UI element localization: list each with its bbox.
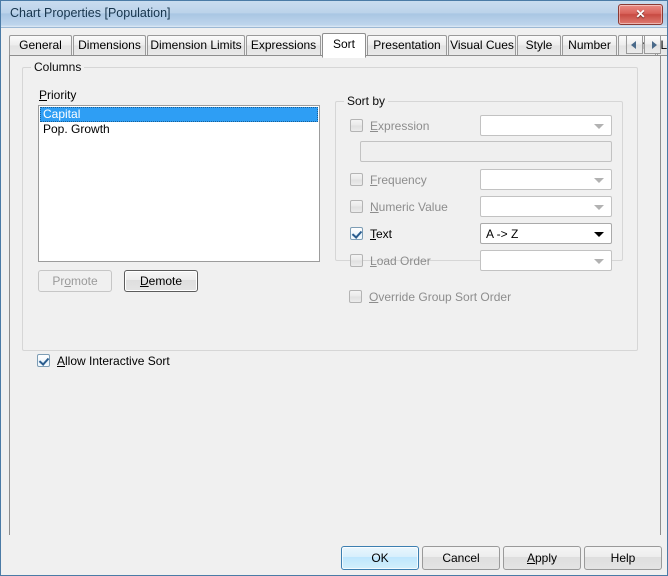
label-frequency: Frequency <box>370 173 427 187</box>
checkbox-load-order[interactable] <box>350 254 363 267</box>
tab-strip: General Dimensions Dimension Limits Expr… <box>9 33 667 58</box>
tab-scroll-right-button[interactable] <box>644 35 661 54</box>
priority-listbox[interactable]: Capital Pop. Growth <box>38 105 320 262</box>
combo-expression[interactable] <box>480 115 612 136</box>
cancel-button[interactable]: Cancel <box>422 546 500 570</box>
sort-by-groupbox-title: Sort by <box>344 94 389 108</box>
frequency-label-rest: requency <box>377 173 427 187</box>
combo-load-order[interactable] <box>480 250 612 271</box>
checkbox-allow-interactive-sort[interactable] <box>37 354 50 367</box>
window-title: Chart Properties [Population] <box>10 6 171 20</box>
chevron-down-icon <box>594 204 604 210</box>
demote-button-label: Demote <box>139 274 183 288</box>
chevron-down-icon <box>594 177 604 183</box>
tab-expressions[interactable]: Expressions <box>246 35 321 56</box>
dialog-footer: OK Cancel Apply Help <box>1 535 667 575</box>
priority-label-rest: riority <box>47 88 77 102</box>
demote-button[interactable]: Demote <box>124 270 198 292</box>
tab-scroll-left-button[interactable] <box>626 35 643 54</box>
tab-dimension-limits[interactable]: Dimension Limits <box>147 35 245 56</box>
tab-dimensions[interactable]: Dimensions <box>73 35 146 56</box>
close-icon: ✕ <box>635 7 646 21</box>
ok-button[interactable]: OK <box>341 546 419 570</box>
load-order-label-rest: oad Order <box>376 254 431 268</box>
load-order-accel: L <box>370 254 377 268</box>
columns-groupbox: Columns Priority Capital Pop. Growth Pro… <box>22 60 638 351</box>
list-item-capital[interactable]: Capital <box>40 107 318 122</box>
tab-general[interactable]: General <box>9 35 72 56</box>
label-allow-interactive-sort: Allow Interactive Sort <box>57 354 170 368</box>
chevron-down-icon <box>594 258 604 264</box>
apply-button[interactable]: Apply <box>503 546 581 570</box>
label-expression: Expression <box>370 119 429 133</box>
tab-visual-cues[interactable]: Visual Cues <box>448 35 516 56</box>
override-label-rest: verride Group Sort Order <box>378 290 512 304</box>
label-load-order: Load Order <box>370 254 431 268</box>
priority-label-accel: P <box>39 88 48 102</box>
title-bar: Chart Properties [Population] ✕ <box>1 1 667 28</box>
allow-interactive-sort-label-rest: llow Interactive Sort <box>65 354 170 368</box>
chevron-down-icon <box>594 123 604 129</box>
help-button[interactable]: Help <box>584 546 662 570</box>
apply-button-label: Apply <box>526 551 558 565</box>
tab-presentation[interactable]: Presentation <box>367 35 447 56</box>
label-override-group-sort-order: Override Group Sort Order <box>369 290 511 304</box>
promote-button-label: Promote <box>52 274 98 288</box>
tab-sort[interactable]: Sort <box>322 33 366 58</box>
expression-label-rest: xpression <box>378 119 430 133</box>
chevron-down-icon <box>594 231 604 237</box>
combo-text[interactable]: A -> Z <box>480 223 612 244</box>
chart-properties-dialog: Chart Properties [Population] ✕ General … <box>0 0 668 576</box>
expression-accel: E <box>370 119 379 133</box>
sort-tab-page: Columns Priority Capital Pop. Growth Pro… <box>9 55 661 537</box>
label-numeric-value: Numeric Value <box>370 200 448 214</box>
sort-by-groupbox: Sort by Expression Frequency Numeric Val… <box>335 94 623 271</box>
demote-accel: D <box>139 274 149 288</box>
tab-number[interactable]: Number <box>562 35 617 56</box>
close-button[interactable]: ✕ <box>618 4 663 25</box>
promote-accel: o <box>64 274 71 288</box>
tab-style[interactable]: Style <box>517 35 561 56</box>
apply-accel: A <box>526 551 535 565</box>
combo-frequency[interactable] <box>480 169 612 190</box>
list-item-pop-growth[interactable]: Pop. Growth <box>40 122 318 137</box>
checkbox-expression[interactable] <box>350 119 363 132</box>
checkbox-override-group-sort-order[interactable] <box>349 290 362 303</box>
combo-text-value: A -> Z <box>486 227 519 241</box>
combo-numeric-value[interactable] <box>480 196 612 217</box>
checkbox-frequency[interactable] <box>350 173 363 186</box>
checkbox-text[interactable] <box>350 227 363 240</box>
checkbox-numeric-value[interactable] <box>350 200 363 213</box>
override-accel: O <box>369 290 379 304</box>
chevron-left-icon <box>630 40 636 49</box>
priority-label: Priority <box>39 88 76 102</box>
chevron-right-icon <box>651 40 657 49</box>
expression-text-field[interactable] <box>360 141 612 162</box>
numeric-value-accel: N <box>370 200 379 214</box>
text-label-rest: ext <box>376 227 393 241</box>
allow-interactive-sort-accel: A <box>57 354 66 368</box>
columns-groupbox-title: Columns <box>31 60 85 74</box>
promote-button[interactable]: Promote <box>38 270 112 292</box>
numeric-value-label-rest: umeric Value <box>378 200 448 214</box>
label-text: Text <box>370 227 392 241</box>
